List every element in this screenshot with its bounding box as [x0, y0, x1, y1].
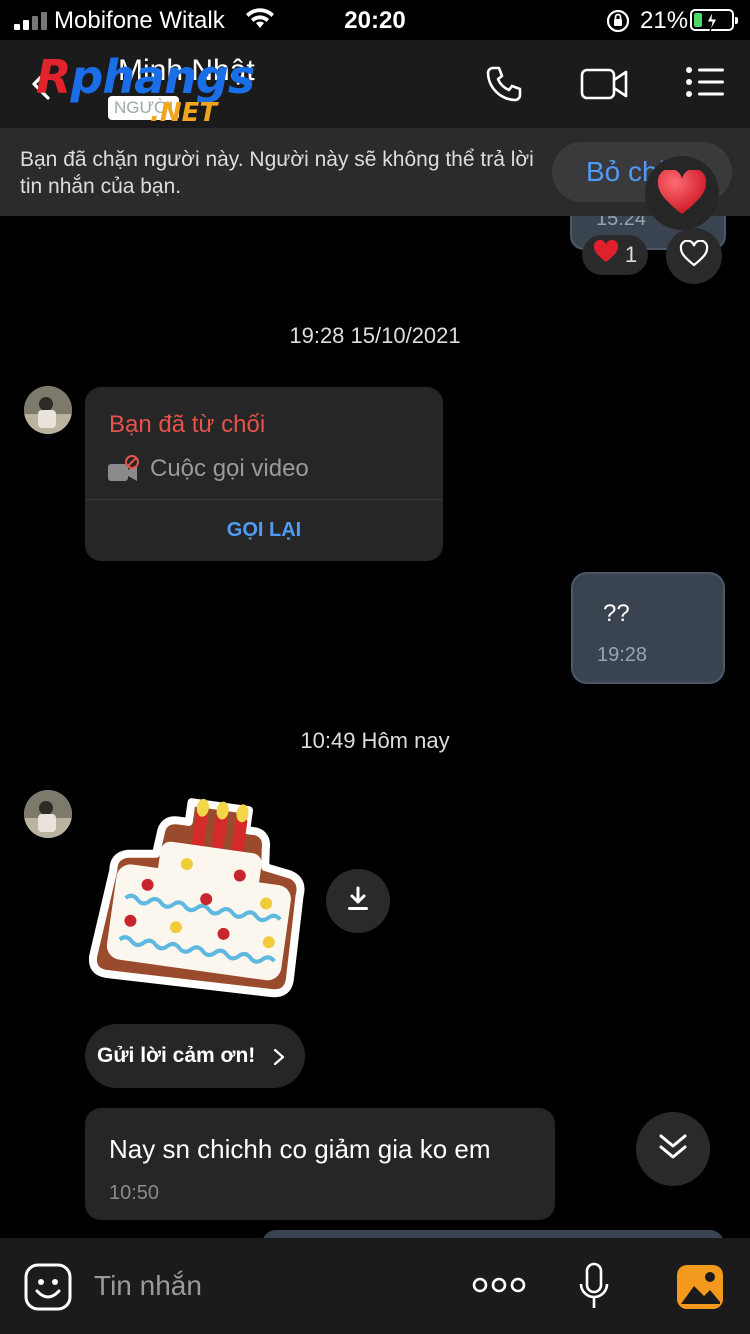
download-icon [344, 885, 372, 918]
battery-percent: 21% [640, 7, 689, 34]
blocked-notice-text: Bạn đã chặn người này. Người này sẽ khôn… [20, 148, 534, 198]
incoming-message[interactable]: Nay sn chichh co giảm gia ko em 10:50 [85, 1108, 555, 1220]
message-input[interactable]: Tin nhắn [94, 1270, 202, 1302]
react-button[interactable] [666, 228, 722, 284]
watermark-logo: Rphangs [36, 50, 255, 104]
reaction-count: 1 [624, 242, 638, 267]
avatar[interactable] [24, 386, 72, 434]
birthday-cake-sticker[interactable] [86, 790, 310, 1010]
heart-icon [593, 239, 619, 270]
download-button[interactable] [326, 869, 390, 933]
divider [85, 499, 443, 500]
rotation-lock-icon [605, 8, 631, 39]
watermark-logo-suffix: .NET [150, 98, 218, 128]
status-bar: Mobifone Witalk 20:20 21% [0, 0, 750, 40]
more-options-icon[interactable] [472, 1276, 526, 1299]
chevron-right-icon [273, 1048, 285, 1066]
message-time: 10:50 [109, 1182, 160, 1204]
photo-gallery-icon[interactable] [676, 1264, 724, 1315]
clock: 20:20 [344, 7, 406, 34]
double-chevron-down-icon [657, 1132, 689, 1167]
message-composer: Tin nhắn [0, 1238, 750, 1334]
chat-header: Minh Nhật NGƯỜI Rphangs .NET [0, 40, 750, 128]
sticker-emoji-icon[interactable] [24, 1263, 72, 1316]
date-separator: 10:49 Hôm nay [300, 728, 450, 753]
reaction-summary[interactable]: 1 [582, 235, 648, 275]
heart-outline-icon [679, 239, 709, 273]
call-type: Cuộc gọi video [150, 455, 309, 482]
message-text: Nay sn chichh co giảm gia ko em [109, 1134, 491, 1164]
call-back-button[interactable]: GỌI LẠI [85, 519, 443, 542]
phone-icon[interactable] [484, 64, 524, 109]
battery-icon [690, 9, 738, 32]
menu-icon[interactable] [684, 64, 726, 105]
avatar[interactable] [24, 790, 72, 838]
scroll-to-bottom-button[interactable] [636, 1112, 710, 1186]
video-call-icon[interactable] [580, 64, 630, 109]
message-time: 19:28 [597, 644, 648, 666]
date-separator: 19:28 15/10/2021 [289, 323, 461, 348]
missed-call-card: Bạn đã từ chối Cuộc gọi video GỌI LẠI [85, 387, 443, 561]
send-thanks-button[interactable]: Gửi lời cảm ơn! [85, 1024, 305, 1088]
video-declined-icon [107, 455, 141, 490]
microphone-icon[interactable] [578, 1262, 610, 1317]
outgoing-message[interactable]: ?? 19:28 [571, 572, 725, 684]
blocked-banner: Bạn đã chặn người này. Người này sẽ khôn… [0, 128, 750, 216]
floating-heart-icon [645, 156, 719, 230]
message-text: ?? [603, 600, 630, 627]
call-status: Bạn đã từ chối [109, 411, 266, 438]
send-thanks-label: Gửi lời cảm ơn! [97, 1044, 256, 1067]
